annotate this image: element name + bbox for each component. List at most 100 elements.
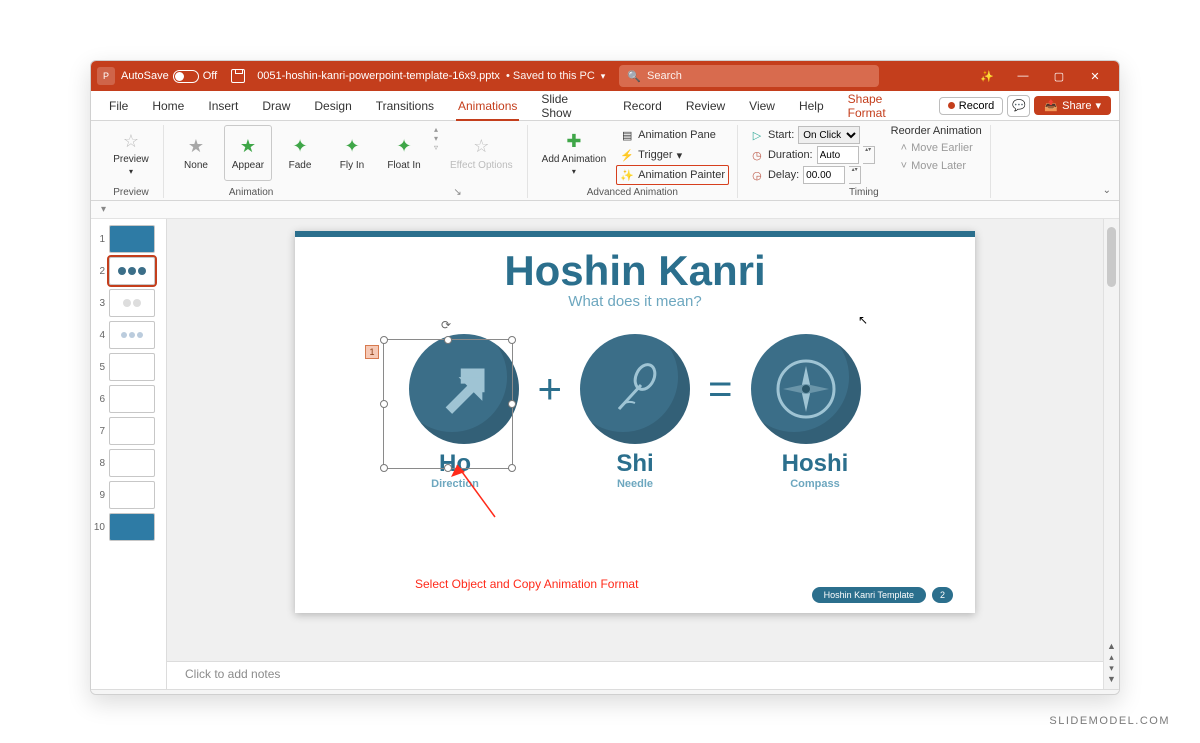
clock-icon: ◷: [750, 149, 764, 162]
slide-canvas[interactable]: Hoshin Kanri What does it mean? + =: [295, 231, 975, 613]
thumbnail-3[interactable]: [109, 289, 155, 317]
preview-button[interactable]: ☆ Preview▾: [107, 125, 155, 181]
toggle-icon: [173, 70, 199, 83]
effect-none[interactable]: ★None: [172, 125, 220, 181]
star-icon: ✦: [341, 136, 363, 158]
rotate-handle-icon[interactable]: ⟳: [441, 318, 455, 332]
watermark: SLIDEMODEL.COM: [1049, 715, 1170, 727]
chevron-down-icon[interactable]: ▾: [601, 71, 606, 82]
spinner-icon[interactable]: ▴▾: [849, 166, 861, 184]
thumbnail-1[interactable]: [109, 225, 155, 253]
spinner-icon[interactable]: ▴▾: [863, 146, 875, 164]
app-icon: P: [97, 67, 115, 85]
minimize-button[interactable]: —: [1005, 61, 1041, 91]
tab-insert[interactable]: Insert: [198, 91, 248, 121]
effect-floatin[interactable]: ✦Float In: [380, 125, 428, 181]
painter-icon: ✨: [620, 169, 634, 182]
circle-hoshi[interactable]: [751, 334, 861, 444]
resize-handle[interactable]: [380, 464, 388, 472]
record-button[interactable]: Record: [939, 97, 1003, 115]
thumbnail-4[interactable]: [109, 321, 155, 349]
pane-icon: ▤: [620, 129, 634, 142]
delay-input[interactable]: [803, 166, 845, 184]
save-status: • Saved to this PC: [506, 70, 595, 82]
tab-review[interactable]: Review: [676, 91, 735, 121]
record-icon: [948, 102, 955, 109]
label-hoshi: Hoshi: [760, 450, 870, 478]
scrollbar-thumb[interactable]: [1107, 227, 1116, 287]
resize-handle[interactable]: [380, 400, 388, 408]
footer-page-number: 2: [932, 587, 953, 603]
tab-file[interactable]: File: [99, 91, 138, 121]
animation-order-tag[interactable]: 1: [365, 345, 379, 359]
timing-duration: ◷Duration:▴▾: [746, 145, 879, 165]
tab-help[interactable]: Help: [789, 91, 834, 121]
timing-start: ▷Start:On Click: [746, 125, 879, 145]
tab-slideshow[interactable]: Slide Show: [531, 91, 609, 121]
maximize-button[interactable]: ▢: [1041, 61, 1077, 91]
notes-pane[interactable]: Click to add notes: [167, 661, 1103, 689]
duration-input[interactable]: [817, 146, 859, 164]
tab-draw[interactable]: Draw: [252, 91, 300, 121]
work-area: 1 2 3 4 5 6 7 8 9 10 Hoshin Kanri What d…: [91, 219, 1119, 689]
thumbnail-6[interactable]: [109, 385, 155, 413]
thumbnail-7[interactable]: [109, 417, 155, 445]
slide-nav-icons[interactable]: ▲▴▾▼: [1104, 641, 1119, 685]
move-later: ˅ Move Later: [891, 157, 982, 175]
thumbnail-8[interactable]: [109, 449, 155, 477]
ribbon-tabs: File Home Insert Draw Design Transitions…: [91, 91, 1119, 121]
resize-handle[interactable]: [508, 336, 516, 344]
vertical-scrollbar[interactable]: ▲▴▾▼: [1103, 219, 1119, 689]
circle-shi[interactable]: [580, 334, 690, 444]
resize-handle[interactable]: [444, 336, 452, 344]
resize-handle[interactable]: [380, 336, 388, 344]
group-timing: ▷Start:On Click ◷Duration:▴▾ ◶Delay:▴▾ R…: [738, 125, 991, 198]
search-box[interactable]: 🔍: [619, 65, 879, 87]
tab-view[interactable]: View: [739, 91, 785, 121]
trigger-button[interactable]: ⚡Trigger ▾: [616, 145, 729, 165]
star-icon: ★: [185, 136, 207, 158]
tab-animations[interactable]: Animations: [448, 91, 527, 121]
star-plus-icon: ✚: [563, 130, 585, 152]
resize-handle[interactable]: [508, 400, 516, 408]
clock-icon: ◶: [750, 169, 764, 182]
footer-template-name: Hoshin Kanri Template: [812, 587, 926, 603]
animation-painter-button[interactable]: ✨Animation Painter: [616, 165, 729, 185]
star-icon: ☆: [470, 136, 492, 158]
tab-record[interactable]: Record: [613, 91, 672, 121]
animation-pane-button[interactable]: ▤Animation Pane: [616, 125, 729, 145]
annotation-text: Select Object and Copy Animation Format: [415, 577, 638, 591]
magic-icon[interactable]: ✨: [969, 61, 1005, 91]
autosave-toggle[interactable]: AutoSave Off: [121, 70, 217, 83]
thumbnail-10[interactable]: [109, 513, 155, 541]
effects-gallery-more[interactable]: ▴▾▿: [432, 125, 440, 152]
collapse-ribbon-icon[interactable]: ⌄: [1103, 185, 1111, 196]
search-input[interactable]: [647, 70, 871, 82]
tab-shape-format[interactable]: Shape Format: [838, 91, 931, 121]
thumbnail-2[interactable]: [109, 257, 155, 285]
canvas-area: Hoshin Kanri What does it mean? + =: [167, 219, 1103, 689]
ribbon: ☆ Preview▾ Preview ★None ★Appear ✦Fade ✦…: [91, 121, 1119, 201]
tab-transitions[interactable]: Transitions: [366, 91, 444, 121]
save-icon[interactable]: [231, 69, 245, 83]
tab-design[interactable]: Design: [304, 91, 361, 121]
thumbnail-5[interactable]: [109, 353, 155, 381]
trigger-icon: ⚡: [620, 149, 634, 162]
effect-appear[interactable]: ★Appear: [224, 125, 272, 181]
thumbnail-9[interactable]: [109, 481, 155, 509]
slide-title: Hoshin Kanri: [295, 247, 975, 295]
cursor-icon: ↖: [858, 313, 868, 327]
share-button[interactable]: 📤 Share ▾: [1034, 96, 1111, 115]
close-button[interactable]: ✕: [1077, 61, 1113, 91]
selection-box[interactable]: ⟳: [383, 339, 513, 469]
effect-fade[interactable]: ✦Fade: [276, 125, 324, 181]
plus-icon: +: [537, 365, 562, 413]
start-select[interactable]: On Click: [798, 126, 860, 144]
resize-handle[interactable]: [508, 464, 516, 472]
star-icon: ✦: [393, 136, 415, 158]
tab-home[interactable]: Home: [142, 91, 194, 121]
group-advanced-animation: ✚Add Animation▾ ▤Animation Pane ⚡Trigger…: [528, 125, 738, 198]
effect-flyin[interactable]: ✦Fly In: [328, 125, 376, 181]
add-animation-button[interactable]: ✚Add Animation▾: [536, 125, 613, 181]
comments-button[interactable]: 💬: [1007, 95, 1030, 117]
